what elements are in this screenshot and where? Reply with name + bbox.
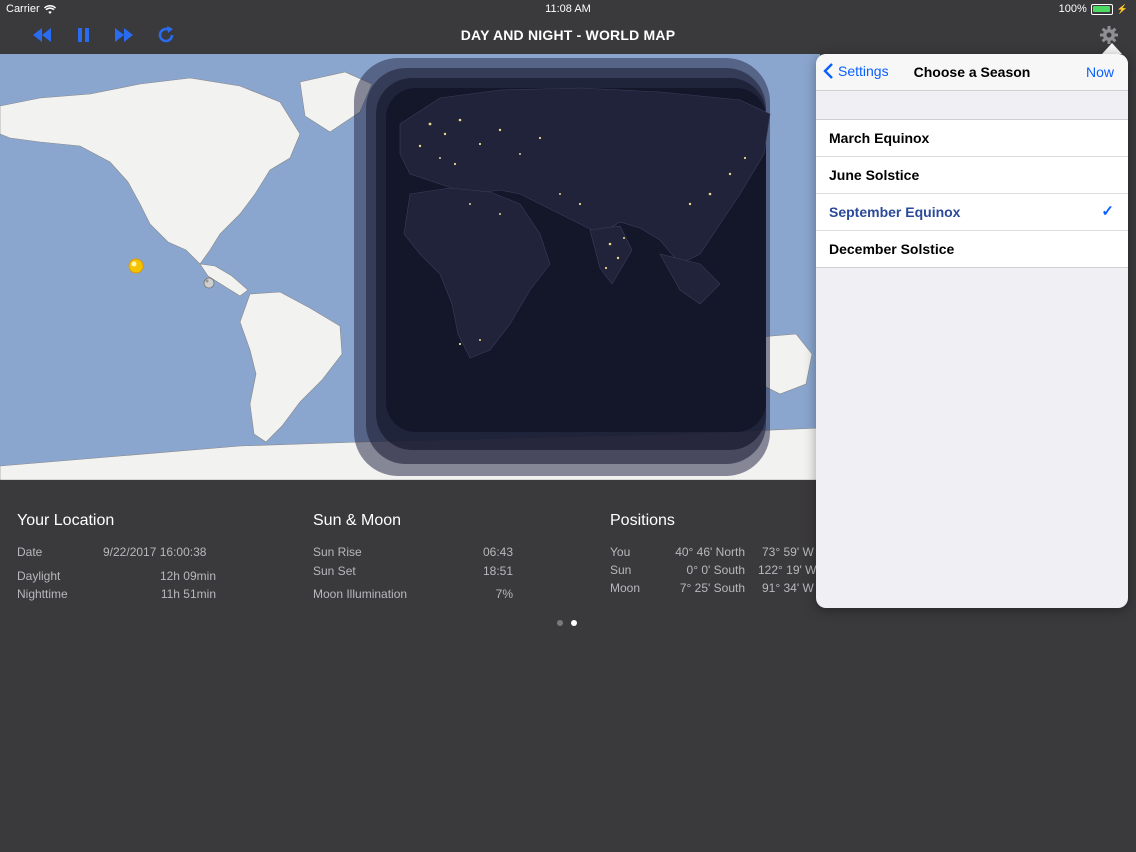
battery-icon: [1090, 3, 1113, 15]
checkmark-icon: ✓: [1101, 203, 1114, 220]
moon-longitude: 91° 34' W: [762, 581, 814, 595]
daylight-value: 12h 09min: [159, 569, 216, 583]
sun-moon-title: Sun & Moon: [313, 512, 402, 529]
season-popover: Settings Choose a Season Now March Equin…: [816, 54, 1128, 608]
moon-label: Moon: [610, 581, 641, 595]
popover-nav-bar: Settings Choose a Season Now: [816, 54, 1128, 91]
now-button[interactable]: Now: [1086, 64, 1114, 80]
you-longitude: 73° 59' W: [762, 545, 814, 559]
season-item-label: September Equinox: [829, 204, 961, 220]
season-item-label: June Solstice: [829, 167, 920, 183]
battery-percent: 100%: [1058, 3, 1087, 15]
world-map-graphic: [0, 54, 820, 480]
positions-title: Positions: [610, 512, 675, 529]
positions-section: Positions: [610, 512, 675, 530]
season-item-december-solstice[interactable]: December Solstice: [816, 231, 1128, 267]
you-label: You: [610, 545, 631, 559]
popover-title: Choose a Season: [913, 64, 1031, 80]
season-item-label: March Equinox: [829, 130, 930, 146]
moon-illumination-label: Moon Illumination: [313, 587, 408, 601]
season-list: March Equinox June Solstice September Eq…: [816, 119, 1128, 268]
popover-arrow: [1102, 43, 1122, 54]
navigation-bar: DAY AND NIGHT - WORLD MAP: [0, 18, 1136, 54]
you-latitude: 40° 46' North: [675, 545, 745, 559]
season-item-label: December Solstice: [829, 241, 955, 257]
sun-latitude: 0° 0' South: [686, 563, 745, 577]
sunrise-value: 06:43: [482, 545, 513, 559]
date-label: Date: [17, 545, 43, 559]
moon-illumination-value: 7%: [495, 587, 513, 601]
sun-longitude: 122° 19' W: [758, 563, 817, 577]
sun-moon-section: Sun & Moon: [313, 512, 401, 530]
page-title: DAY AND NIGHT - WORLD MAP: [460, 27, 676, 43]
daylight-label: Daylight: [17, 569, 61, 583]
status-bar: Carrier 11:08 AM 100% ⚡: [0, 0, 1136, 18]
nighttime-label: Nighttime: [17, 587, 68, 601]
moon-marker-icon: [203, 277, 215, 289]
charging-icon: ⚡: [1116, 3, 1128, 14]
battery-area: 100% ⚡: [1059, 3, 1128, 15]
sunset-label: Sun Set: [313, 564, 356, 578]
page-dot-active[interactable]: [571, 620, 577, 626]
sun-marker-icon: [128, 258, 144, 274]
page-dot[interactable]: [557, 620, 563, 626]
season-item-september-equinox[interactable]: September Equinox ✓: [816, 194, 1128, 231]
sunset-value: 18:51: [482, 564, 513, 578]
world-map[interactable]: [0, 54, 820, 480]
season-item-march-equinox[interactable]: March Equinox: [816, 120, 1128, 157]
your-location-title: Your Location: [17, 512, 115, 529]
sun-label: Sun: [610, 563, 632, 577]
moon-latitude: 7° 25' South: [679, 581, 745, 595]
date-value: 9/22/2017 16:00:38: [103, 545, 207, 559]
sunrise-label: Sun Rise: [313, 545, 362, 559]
your-location-section: Your Location: [17, 512, 114, 530]
season-item-june-solstice[interactable]: June Solstice: [816, 157, 1128, 194]
page-indicator[interactable]: [557, 620, 577, 626]
clock: 11:08 AM: [545, 3, 591, 15]
nighttime-value: 11h 51min: [160, 587, 216, 601]
